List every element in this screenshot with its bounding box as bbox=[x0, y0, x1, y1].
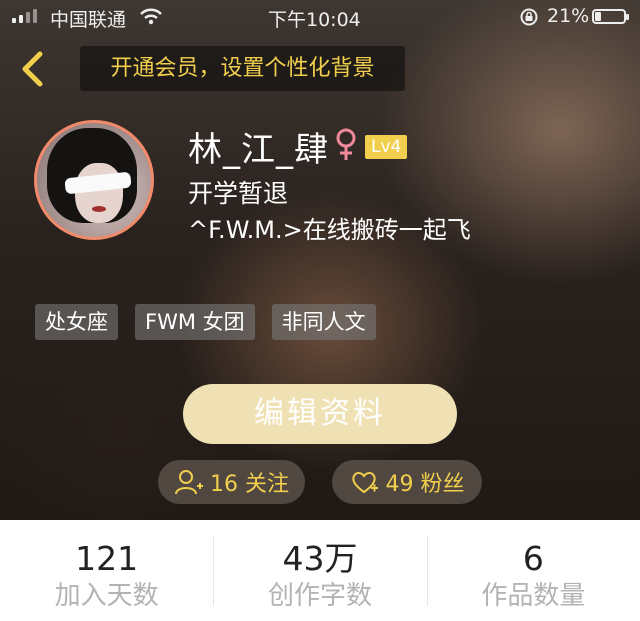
stat-days-joined[interactable]: 121 加入天数 bbox=[0, 520, 213, 621]
battery-percent: 21% bbox=[547, 5, 590, 27]
stats-bar: 121 加入天数 43万 创作字数 6 作品数量 bbox=[0, 520, 640, 621]
name-row: 林_江_肆 Lv4 bbox=[188, 122, 408, 171]
female-symbol-icon bbox=[335, 128, 357, 166]
orientation-lock-icon bbox=[519, 8, 539, 31]
add-user-icon bbox=[175, 470, 203, 495]
stat-words-written[interactable]: 43万 创作字数 bbox=[213, 520, 426, 621]
back-button[interactable] bbox=[14, 48, 52, 90]
stat-works-count[interactable]: 6 作品数量 bbox=[426, 520, 640, 621]
carrier-name: 中国联通 bbox=[50, 9, 127, 31]
stat-label: 创作字数 bbox=[267, 581, 372, 611]
tag-zodiac[interactable]: 处女座 bbox=[35, 304, 118, 340]
stat-label: 加入天数 bbox=[54, 581, 159, 611]
status-time: 下午10:04 bbox=[268, 9, 361, 31]
level-badge: Lv4 bbox=[365, 134, 408, 159]
wifi-icon bbox=[140, 8, 162, 30]
tag-list: 处女座 FWM 女团 非同人文 bbox=[35, 304, 376, 340]
fans-button[interactable]: 49 粉丝 bbox=[332, 460, 482, 504]
stat-value: 6 bbox=[522, 539, 544, 578]
fans-label: 49 粉丝 bbox=[385, 472, 465, 497]
stat-value: 43万 bbox=[282, 539, 358, 578]
following-label: 16 关注 bbox=[210, 472, 289, 497]
tag-genre[interactable]: 非同人文 bbox=[271, 304, 376, 340]
user-name: 林_江_肆 bbox=[188, 130, 329, 170]
avatar[interactable] bbox=[34, 120, 154, 240]
bio-line-2: ^F.W.M.>在线搬砖一起飞 bbox=[188, 216, 471, 244]
vip-background-banner[interactable]: 开通会员，设置个性化背景 bbox=[80, 46, 405, 91]
battery-fill bbox=[595, 12, 601, 21]
chevron-left-icon bbox=[22, 51, 43, 87]
tag-group[interactable]: FWM 女团 bbox=[135, 304, 255, 340]
bio-line-1: 开学暂退 bbox=[188, 179, 289, 208]
stat-value: 121 bbox=[75, 539, 139, 578]
heart-plus-icon bbox=[351, 472, 378, 494]
stat-label: 作品数量 bbox=[481, 581, 586, 611]
signal-bars-icon bbox=[12, 9, 37, 23]
following-button[interactable]: 16 关注 bbox=[158, 460, 305, 504]
battery-icon bbox=[592, 9, 629, 24]
edit-profile-button[interactable]: 编辑资料 bbox=[183, 384, 457, 444]
status-bar: 中国联通 下午10:04 21% bbox=[0, 0, 640, 34]
